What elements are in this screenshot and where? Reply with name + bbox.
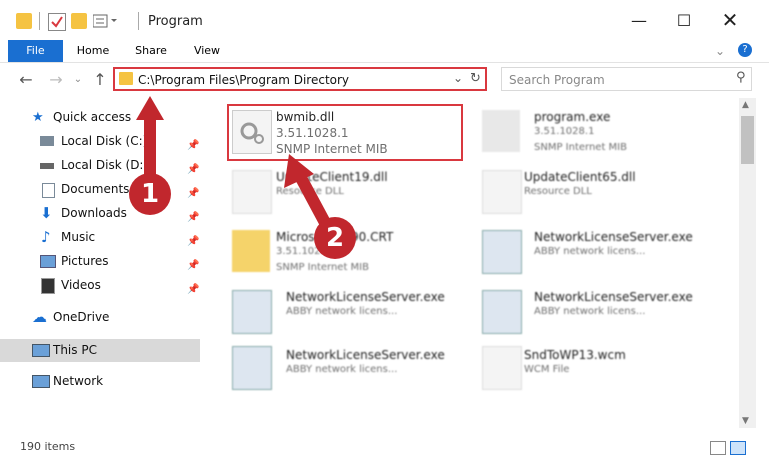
annotation-arrows bbox=[136, 96, 336, 235]
annotation-badge-2: 2 bbox=[314, 217, 356, 259]
annotation-badge-1: 1 bbox=[129, 173, 171, 215]
arrow-1-head bbox=[136, 96, 164, 120]
